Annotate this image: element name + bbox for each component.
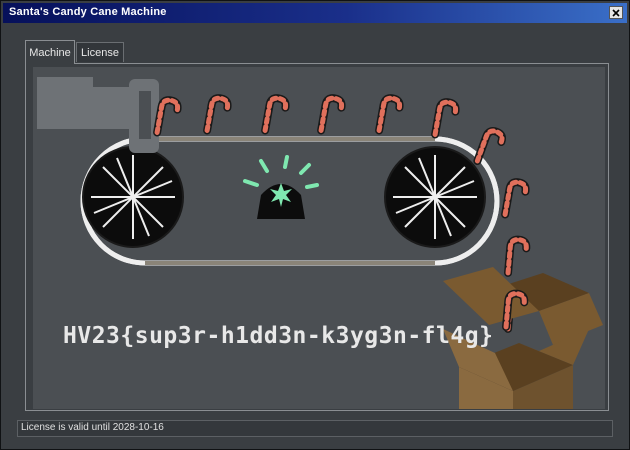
gear-wheel-icon: [384, 146, 486, 248]
machine-canvas: [33, 67, 605, 409]
license-status: License is valid until 2028-10-16: [21, 422, 164, 433]
status-bar: License is valid until 2028-10-16: [17, 420, 613, 437]
gear-wheel-icon: [82, 146, 184, 248]
close-icon: [612, 8, 620, 17]
tab-license-label: License: [81, 46, 119, 59]
siren-light-icon: [243, 155, 319, 219]
app-window: Santa's Candy Cane Machine Machine Licen…: [0, 0, 630, 450]
title-bar[interactable]: Santa's Candy Cane Machine: [3, 3, 627, 23]
tab-machine-label: Machine: [29, 46, 71, 59]
window-title: Santa's Candy Cane Machine: [9, 6, 167, 18]
hopper-icon: [37, 77, 159, 153]
tab-license[interactable]: License: [76, 42, 124, 62]
close-button[interactable]: [609, 6, 623, 19]
flag-text: HV23{sup3r-h1dd3n-k3yg3n-fl4g}: [63, 323, 494, 349]
tab-machine[interactable]: Machine: [25, 40, 75, 64]
